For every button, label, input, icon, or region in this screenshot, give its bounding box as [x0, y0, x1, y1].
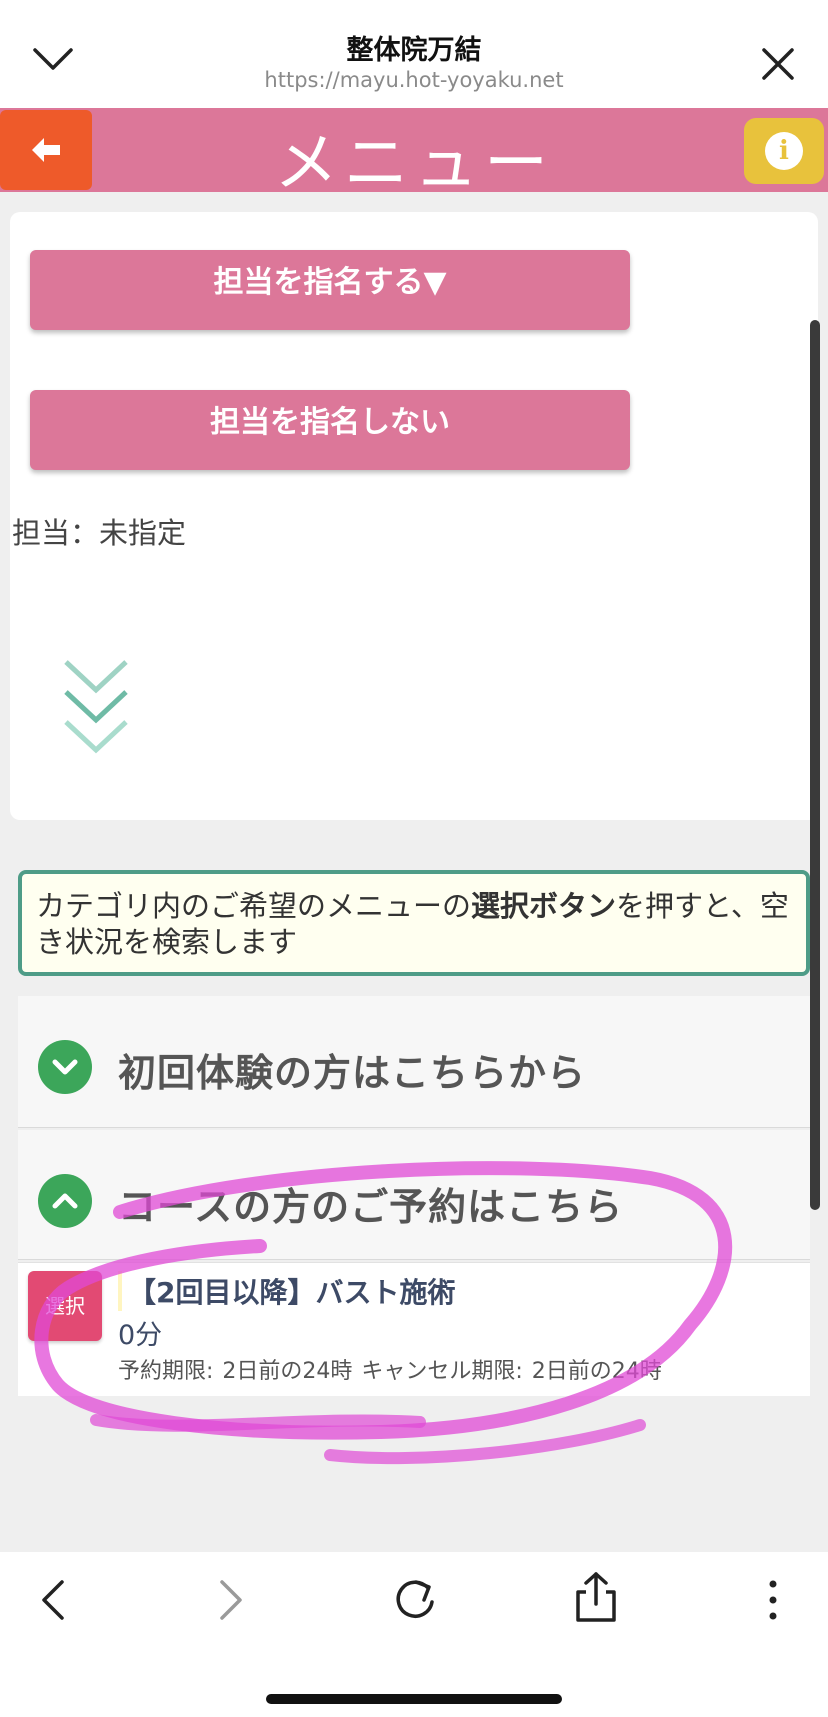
no-nominate-staff-button[interactable]: 担当を指名しない	[30, 390, 630, 470]
browser-top-bar: 整体院万結 https://mayu.hot-yoyaku.net	[0, 0, 828, 108]
category-label: コースの方のご予約はこちら	[118, 1185, 624, 1229]
more-icon[interactable]	[766, 1578, 780, 1622]
nominate-staff-button[interactable]: 担当を指名する▼	[30, 250, 630, 330]
triple-chevron-down-icon	[64, 660, 128, 754]
info-button[interactable]: i	[744, 118, 824, 184]
staff-status: 担当：未指定	[12, 516, 187, 550]
info-icon: i	[765, 132, 803, 170]
notice-text-bold: 選択ボタン	[471, 889, 617, 923]
select-button[interactable]: 選択	[28, 1271, 102, 1341]
instruction-notice: カテゴリ内のご希望のメニューの選択ボタンを押すと、空き状況を検索します	[18, 870, 810, 976]
home-indicator[interactable]	[266, 1694, 562, 1704]
site-title: 整体院万結	[346, 35, 482, 66]
reload-icon[interactable]	[392, 1574, 438, 1624]
chevron-up-icon	[38, 1174, 92, 1228]
category-first-visit[interactable]: 初回体験の方はこちらから	[18, 996, 810, 1128]
back-icon[interactable]	[36, 1578, 70, 1622]
menu-item-limits: 予約期限: 2日前の24時 キャンセル期限: 2日前の24時	[118, 1359, 662, 1384]
forward-icon[interactable]	[214, 1578, 248, 1622]
browser-bottom-bar	[0, 1552, 828, 1717]
page-title: メニュー	[274, 127, 554, 201]
scrollbar[interactable]	[810, 320, 820, 1210]
share-icon[interactable]	[574, 1570, 618, 1624]
page-header: メニュー i	[0, 108, 828, 201]
close-icon[interactable]	[758, 44, 798, 84]
category-label: 初回体験の方はこちらから	[118, 1051, 587, 1095]
notice-text-before: カテゴリ内のご希望のメニューの	[36, 889, 472, 923]
menu-item-duration: 0分	[118, 1320, 163, 1351]
menu-item-title: 【2回目以降】バスト施術	[118, 1271, 455, 1311]
site-url: https://mayu.hot-yoyaku.net	[264, 68, 564, 92]
chevron-down-icon	[38, 1040, 92, 1094]
staff-panel: 担当を指名する▼ 担当を指名しない 担当：未指定	[10, 212, 818, 820]
category-course[interactable]: コースの方のご予約はこちら	[18, 1130, 810, 1260]
menu-item: 選択 【2回目以降】バスト施術 0分 予約期限: 2日前の24時 キャンセル期限…	[18, 1262, 810, 1396]
